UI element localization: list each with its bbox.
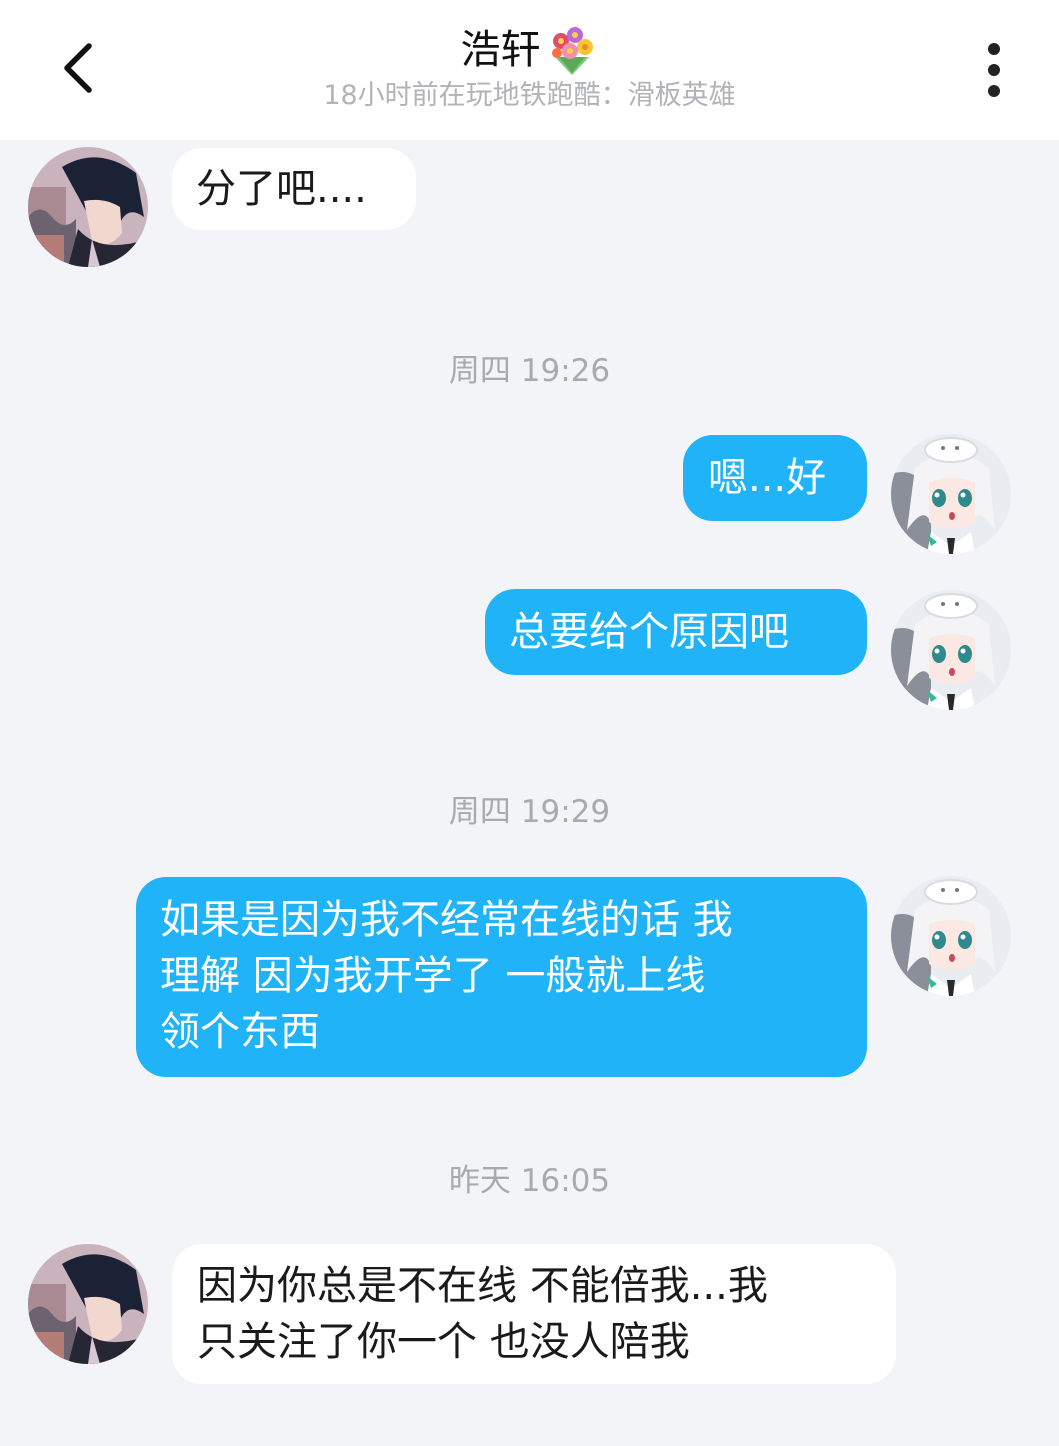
message-bubble-outgoing[interactable]: 嗯...好 <box>683 435 867 521</box>
message-bubble-outgoing[interactable]: 总要给个原因吧 <box>485 589 867 675</box>
contact-avatar[interactable] <box>28 1244 148 1364</box>
message-line: 理解 因为我开学了 一般就上线 <box>160 953 706 999</box>
avatar-image <box>891 590 1011 710</box>
timestamp: 周四 19:29 <box>448 794 611 830</box>
my-avatar[interactable] <box>891 876 1011 996</box>
timestamp: 周四 19:26 <box>448 353 611 389</box>
more-vertical-icon <box>988 43 1000 97</box>
message-bubble-outgoing[interactable]: 如果是因为我不经常在线的话 我 理解 因为我开学了 一般就上线 领个东西 <box>136 877 867 1077</box>
avatar-image <box>28 147 148 267</box>
chat-header: 浩轩 18小时前在玩地铁跑酷：滑板英雄 <box>0 0 1059 140</box>
message-text: 嗯...好 <box>708 455 827 501</box>
message-bubble-incoming[interactable]: 分了吧.... <box>172 148 416 230</box>
contact-avatar[interactable] <box>28 147 148 267</box>
message-line: 如果是因为我不经常在线的话 我 <box>160 897 733 943</box>
bouquet-icon <box>551 27 593 75</box>
more-options-button[interactable] <box>968 38 1020 102</box>
contact-status: 18小时前在玩地铁跑酷：滑板英雄 <box>323 80 736 111</box>
my-avatar[interactable] <box>891 590 1011 710</box>
avatar-image <box>891 876 1011 996</box>
message-line: 只关注了你一个 也没人陪我 <box>197 1319 690 1365</box>
avatar-image <box>28 1244 148 1364</box>
my-avatar[interactable] <box>891 434 1011 554</box>
message-bubble-incoming[interactable]: 因为你总是不在线 不能倍我...我 只关注了你一个 也没人陪我 <box>172 1244 896 1384</box>
contact-name[interactable]: 浩轩 <box>461 20 541 80</box>
message-text: 分了吧.... <box>196 166 367 212</box>
message-line: 因为你总是不在线 不能倍我...我 <box>197 1263 768 1309</box>
title-row: 浩轩 <box>0 20 1059 80</box>
message-text: 总要给个原因吧 <box>509 609 789 655</box>
timestamp: 昨天 16:05 <box>448 1163 611 1199</box>
avatar-image <box>891 434 1011 554</box>
message-line: 领个东西 <box>160 1009 320 1055</box>
